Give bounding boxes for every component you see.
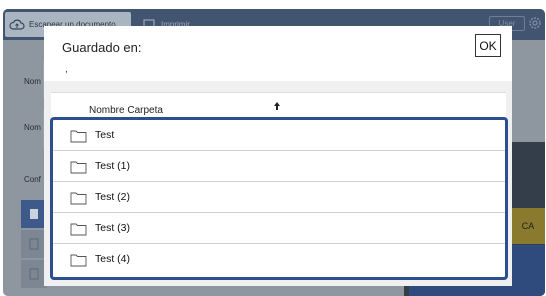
- folder-row[interactable]: Test (1): [53, 151, 505, 182]
- cloud-scan-icon: [9, 18, 25, 32]
- action-button[interactable]: CA: [511, 208, 545, 244]
- folder-name: Test (2): [95, 191, 131, 203]
- current-path: ,: [65, 64, 68, 75]
- folder-name: Test: [95, 129, 115, 141]
- folder-icon: [70, 222, 87, 236]
- folder-icon: [70, 160, 87, 174]
- background-label: Conf: [24, 175, 41, 184]
- gear-icon[interactable]: [527, 15, 543, 31]
- folder-row[interactable]: Test (2): [53, 182, 505, 213]
- folder-icon: [70, 253, 87, 267]
- background-label: Nom: [24, 77, 41, 86]
- folder-name: Test (3): [95, 222, 131, 234]
- ok-button[interactable]: OK: [475, 34, 501, 57]
- folder-icon: [70, 129, 87, 143]
- folder-row[interactable]: Test (4): [53, 244, 505, 275]
- column-header-label: Nombre Carpeta: [89, 105, 163, 116]
- sort-arrow-up-icon[interactable]: [273, 101, 281, 114]
- dialog-header: Guardado en: OK ,: [44, 26, 512, 81]
- folder-name: Test (4): [95, 253, 131, 265]
- column-header[interactable]: Nombre Carpeta: [51, 92, 506, 120]
- folder-name: Test (1): [95, 160, 131, 172]
- dialog-title: Guardado en:: [62, 40, 142, 55]
- folder-list: Test Test (1) Test (2) Test (3) Test (4): [50, 117, 508, 280]
- folder-row[interactable]: Test: [53, 120, 505, 151]
- folder-icon: [70, 191, 87, 205]
- folder-row[interactable]: Test (3): [53, 213, 505, 244]
- background-label: Nom: [24, 123, 41, 132]
